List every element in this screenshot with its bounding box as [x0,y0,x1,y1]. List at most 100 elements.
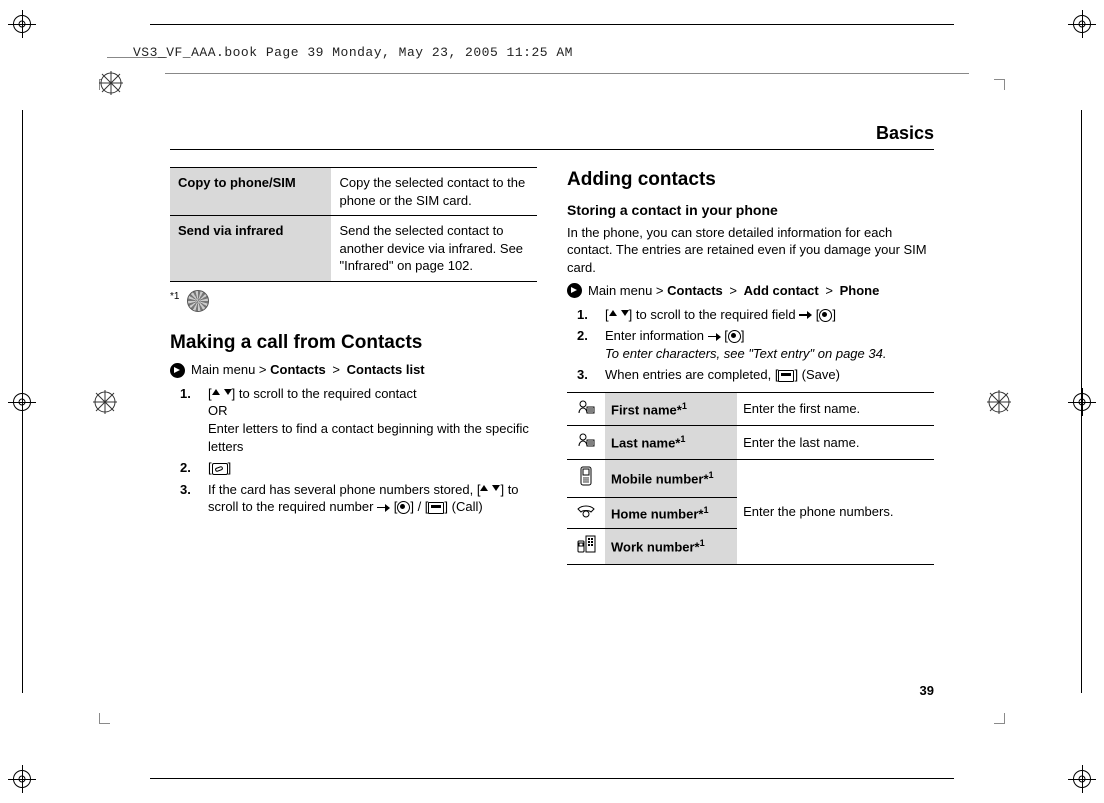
crop-line [150,24,954,25]
right-arrow-icon [708,332,721,342]
crumb-item: Add contact [744,283,819,298]
table-row: Last name*1 Enter the last name. [567,426,934,460]
steps-list: 1. [] to scroll to the required field []… [577,306,934,384]
right-column: Adding contacts Storing a contact in you… [567,167,934,565]
actions-table: Copy to phone/SIM Copy the selected cont… [170,167,537,282]
action-label: Send via infrared [170,216,331,282]
crumb-item: Contacts [270,362,326,377]
table-row: Send via infrared Send the selected cont… [170,216,537,282]
right-arrow-icon [799,310,812,320]
heading-making-call: Making a call from Contacts [170,330,537,356]
field-label: Mobile number*1 [605,460,737,498]
table-row: Copy to phone/SIM Copy the selected cont… [170,168,537,216]
step-text: To enter characters, see "Text entry" on… [605,346,886,361]
step-text: (Call) [452,499,483,514]
crumb-sep: > [729,283,737,298]
softkey-icon [778,370,794,382]
step-text: Enter letters to find a contact beginnin… [208,421,529,454]
globe-icon [187,290,209,312]
crop-mark-icon [1068,10,1096,38]
crop-mark-icon [1068,765,1096,793]
field-icon-cell [567,497,605,529]
trim-corner-icon [99,713,110,724]
page-sheet: VS3_VF_AAA.book Page 39 Monday, May 23, … [95,75,1009,728]
footnote-marker: *1 [170,291,179,302]
crop-line [1081,110,1082,693]
crumb-item: Phone [840,283,880,298]
framemaker-header: VS3_VF_AAA.book Page 39 Monday, May 23, … [133,45,573,60]
menu-path: Main menu > Contacts > Add contact > Pho… [567,282,934,300]
step-text: OR [208,403,228,418]
color-wheel-icon [97,69,125,97]
crop-line [150,778,954,779]
crumb-sep: > [825,283,833,298]
crop-mark-icon [8,765,36,793]
steps-list: 1. [] to scroll to the required contact … [180,385,537,516]
centre-key-icon [728,330,741,343]
step-text: If the card has several phone numbers st… [208,482,473,497]
color-wheel-icon [91,388,119,416]
person-card-icon [577,432,595,448]
crop-mark-icon [8,10,36,38]
field-icon-cell [567,426,605,460]
centre-key-icon [819,309,832,322]
field-label: First name*1 [605,392,737,426]
list-item: 3. When entries are completed, [] (Save) [577,366,934,384]
softkey-icon [428,502,444,514]
field-desc: Enter the last name. [737,426,934,460]
up-down-key-icon [212,389,232,400]
page-number: 39 [920,683,934,698]
list-item: 2. [] [180,459,537,477]
list-item: 2. Enter information [] To enter charact… [577,327,934,362]
centre-key-icon [397,501,410,514]
action-label: Copy to phone/SIM [170,168,331,216]
action-desc: Send the selected contact to another dev… [331,216,537,282]
crumb-item: Contacts list [347,362,425,377]
arrow-icon [567,283,582,298]
color-wheel-icon [985,388,1013,416]
field-label: Last name*1 [605,426,737,460]
fields-table: First name*1 Enter the first name. Last … [567,392,934,565]
home-phone-icon [576,504,596,518]
crumb-prefix: Main menu > [588,283,664,298]
trim-corner-icon [994,713,1005,724]
section-rule [170,149,934,150]
step-text: to scroll to the required contact [239,386,417,401]
mobile-phone-icon [579,466,593,486]
crop-line [22,110,23,693]
table-row: Mobile number*1 Enter the phone numbers. [567,460,934,498]
list-item: 3. If the card has several phone numbers… [180,481,537,516]
right-arrow-icon [377,503,390,513]
menu-path: Main menu > Contacts > Contacts list [170,361,537,379]
list-item: 1. [] to scroll to the required field [] [577,306,934,324]
crumb-prefix: Main menu > [191,362,267,377]
up-down-key-icon [480,485,500,496]
field-icon-cell [567,392,605,426]
work-phone-icon [576,535,596,553]
person-card-icon [577,399,595,415]
up-down-key-icon [609,310,629,321]
crumb-sep: > [332,362,340,377]
arrow-icon [170,363,185,378]
list-item: 1. [] to scroll to the required contact … [180,385,537,455]
step-text: Enter information [605,328,704,343]
crop-mark-icon [1068,388,1096,416]
step-text: When entries are completed, [605,367,771,382]
trim-corner-icon [994,79,1005,90]
step-text: (Save) [802,367,840,382]
call-key-icon [212,463,228,475]
step-text: to scroll to the required field [636,307,796,322]
left-column: Copy to phone/SIM Copy the selected cont… [170,167,537,565]
section-title: Basics [876,123,934,144]
field-desc: Enter the first name. [737,392,934,426]
heading-adding: Adding contacts [567,167,934,193]
field-icon-cell [567,460,605,498]
field-label: Home number*1 [605,497,737,529]
print-preview-stage: VS3_VF_AAA.book Page 39 Monday, May 23, … [0,0,1104,803]
field-label: Work number*1 [605,529,737,565]
table-row: First name*1 Enter the first name. [567,392,934,426]
subheading-storing: Storing a contact in your phone [567,201,934,220]
field-desc: Enter the phone numbers. [737,460,934,565]
footnote-row: *1 [170,290,537,312]
intro-text: In the phone, you can store detailed inf… [567,224,934,277]
